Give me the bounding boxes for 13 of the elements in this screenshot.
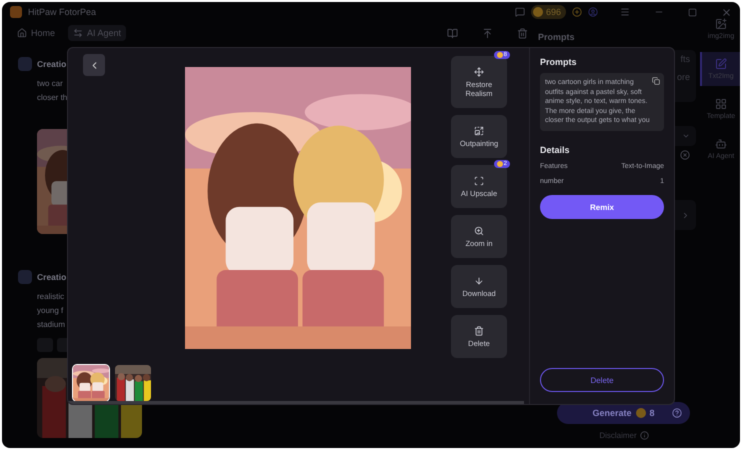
- creation-title: Creatio: [37, 272, 66, 282]
- panel-title: Prompts: [538, 32, 576, 42]
- creation-title: Creatio: [37, 59, 66, 69]
- cost-text: 8: [650, 408, 655, 418]
- prompt-text: two car: [37, 78, 63, 90]
- prompt-text: realistic: [37, 291, 64, 303]
- prompt-text: closer th: [37, 92, 68, 104]
- prompt-text: young f: [37, 305, 64, 317]
- app-title: HitPaw FotorPea: [28, 7, 96, 17]
- section-title: Details: [540, 145, 571, 155]
- credits-badge: 696: [530, 5, 566, 19]
- section-title: Prompts: [540, 57, 578, 67]
- prompt-text: stadium: [37, 319, 66, 331]
